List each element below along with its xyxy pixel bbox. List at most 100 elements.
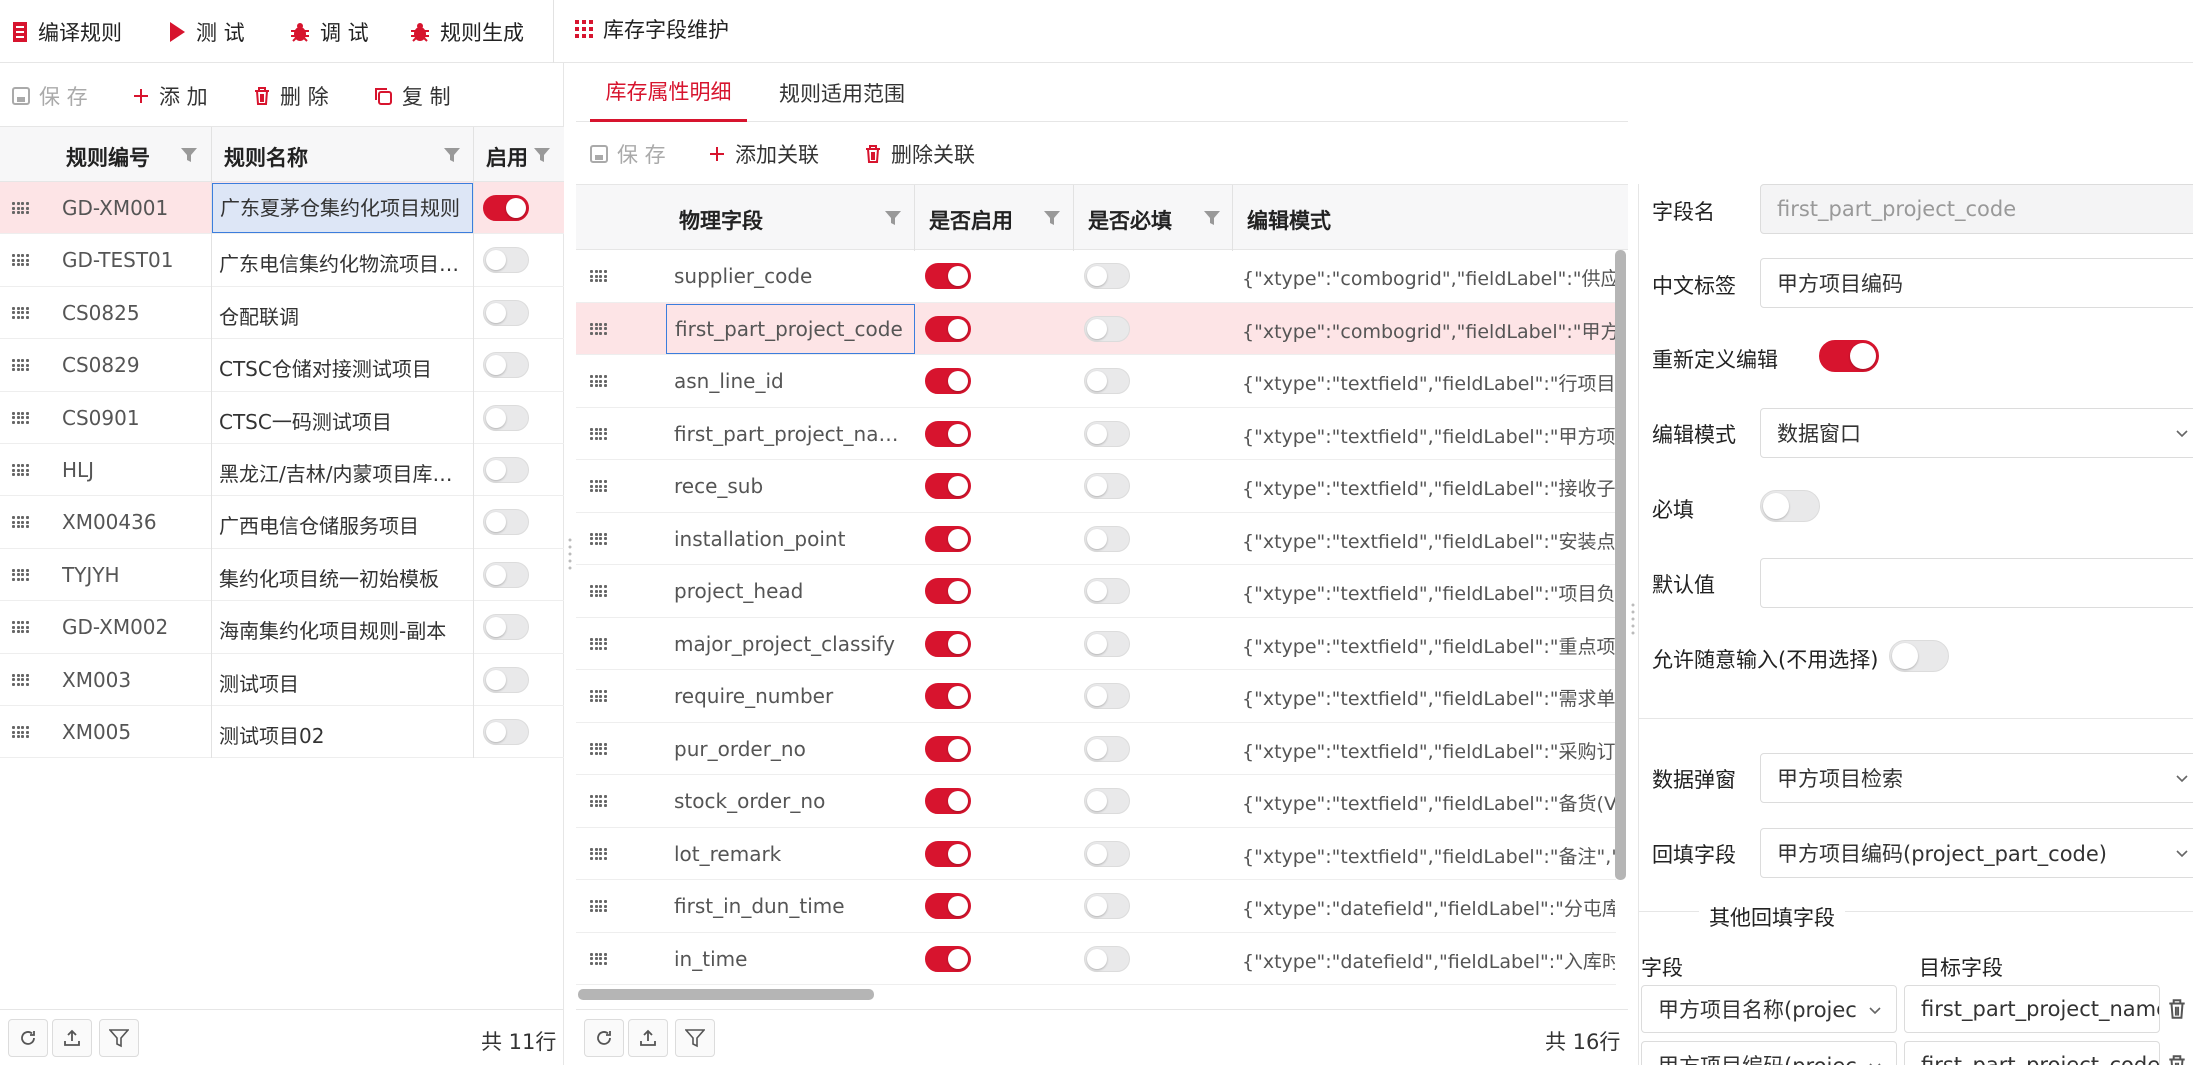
- enabled-toggle[interactable]: [925, 368, 971, 394]
- edit-mode-json[interactable]: {"xtype":"textfield","fieldLabel":"需求单号"…: [1242, 684, 1615, 711]
- stock-field-maint-button[interactable]: 库存字段维护: [575, 0, 729, 58]
- right-splitter-handle[interactable]: [1628, 595, 1638, 645]
- required-toggle[interactable]: [1084, 420, 1130, 447]
- rule-name[interactable]: 集约化项目统一初始模板: [219, 563, 467, 592]
- redefine-toggle[interactable]: [1819, 340, 1879, 372]
- rule-name[interactable]: 测试项目02: [219, 720, 467, 749]
- enabled-toggle[interactable]: [483, 614, 529, 641]
- filter-icon[interactable]: [180, 146, 198, 164]
- drag-handle-icon[interactable]: [12, 464, 29, 476]
- table-row[interactable]: GD-XM002 海南集约化项目规则-副本: [0, 601, 564, 654]
- vertical-scrollbar[interactable]: [1615, 250, 1626, 880]
- enabled-toggle[interactable]: [483, 457, 529, 483]
- rule-name[interactable]: 仓配联调: [219, 301, 467, 330]
- edit-mode-json[interactable]: {"xtype":"textfield","fieldLabel":"行项目编号: [1242, 369, 1615, 396]
- free-input-toggle[interactable]: [1889, 640, 1949, 672]
- edit-mode-select[interactable]: 数据窗口: [1760, 408, 2193, 458]
- required-toggle[interactable]: [1084, 368, 1130, 394]
- horizontal-scrollbar[interactable]: [578, 989, 874, 1000]
- required-toggle[interactable]: [1084, 683, 1130, 709]
- delete-link-button[interactable]: 删除关联: [864, 139, 975, 169]
- drag-handle-icon[interactable]: [12, 254, 29, 267]
- drag-handle-icon[interactable]: [590, 742, 607, 755]
- rule-gen-button[interactable]: 规则生成: [410, 0, 524, 63]
- physical-field[interactable]: supplier_code: [674, 264, 910, 288]
- rule-name[interactable]: CTSC一码测试项目: [219, 406, 467, 435]
- drag-handle-icon[interactable]: [12, 516, 29, 529]
- edit-mode-json[interactable]: {"xtype":"textfield","fieldLabel":"项目负责人: [1242, 579, 1615, 606]
- edit-mode-json[interactable]: {"xtype":"textfield","fieldLabel":"安装点",…: [1242, 527, 1615, 554]
- rule-name[interactable]: 广东夏茅仓集约化项目规则: [212, 183, 473, 234]
- popup-select[interactable]: 甲方项目检索: [1760, 753, 2193, 803]
- required-toggle[interactable]: [1084, 788, 1130, 814]
- table-row[interactable]: GD-TEST01 广东电信集约化物流项目规则: [0, 234, 564, 287]
- physical-field[interactable]: first_part_project_code: [666, 303, 915, 354]
- physical-field[interactable]: installation_point: [674, 527, 910, 551]
- table-row[interactable]: CS0825 仓配联调: [0, 286, 564, 340]
- enabled-toggle[interactable]: [925, 630, 971, 657]
- rule-name[interactable]: 海南集约化项目规则-副本: [219, 615, 467, 644]
- table-row[interactable]: rece_sub {"xtype":"textfield","fieldLabel…: [576, 460, 1616, 513]
- enabled-toggle[interactable]: [925, 840, 971, 867]
- drag-handle-icon[interactable]: [590, 900, 607, 912]
- other-field-select[interactable]: 甲方项目编码(projec: [1641, 1041, 1897, 1065]
- left-save-button[interactable]: 保 存: [12, 81, 88, 111]
- enabled-toggle[interactable]: [925, 735, 971, 762]
- compile-rules-button[interactable]: 编译规则: [12, 0, 122, 63]
- edit-mode-json[interactable]: {"xtype":"combogrid","fieldLabel":"甲方项目: [1242, 317, 1615, 344]
- physical-field[interactable]: project_head: [674, 579, 910, 603]
- edit-mode-json[interactable]: {"xtype":"textfield","fieldLabel":"采购订单号: [1242, 737, 1615, 764]
- physical-field[interactable]: require_number: [674, 684, 910, 708]
- drag-handle-icon[interactable]: [590, 427, 607, 440]
- rule-name[interactable]: 广西电信仓储服务项目: [219, 510, 467, 539]
- edit-mode-json[interactable]: {"xtype":"textfield","fieldLabel":"重点项目分: [1242, 632, 1615, 659]
- default-value-input[interactable]: [1760, 558, 2193, 608]
- enabled-toggle[interactable]: [925, 945, 971, 972]
- required-toggle[interactable]: [1084, 893, 1130, 919]
- enabled-toggle[interactable]: [925, 525, 971, 552]
- table-row[interactable]: GD-XM001 广东夏茅仓集约化项目规则: [0, 182, 564, 235]
- table-row[interactable]: major_project_classify {"xtype":"textfiel…: [576, 618, 1616, 670]
- left-copy-button[interactable]: 复 制: [373, 81, 451, 111]
- table-row[interactable]: asn_line_id {"xtype":"textfield","fieldLa…: [576, 355, 1616, 408]
- table-row[interactable]: stock_order_no {"xtype":"textfield","fiel…: [576, 775, 1616, 828]
- field-name-input[interactable]: first_part_project_code: [1760, 184, 2193, 234]
- refresh-button[interactable]: [8, 1019, 48, 1057]
- drag-handle-icon[interactable]: [590, 952, 607, 965]
- enabled-toggle[interactable]: [483, 561, 529, 588]
- required-toggle[interactable]: [1084, 525, 1130, 552]
- enabled-toggle[interactable]: [925, 683, 971, 709]
- drag-handle-icon[interactable]: [590, 532, 607, 545]
- table-row[interactable]: XM005 测试项目02: [0, 706, 564, 759]
- rule-name[interactable]: 测试项目: [219, 668, 467, 697]
- enabled-toggle[interactable]: [483, 404, 529, 431]
- required-toggle[interactable]: [1084, 263, 1130, 289]
- table-row[interactable]: installation_point {"xtype":"textfield","…: [576, 513, 1616, 565]
- drag-handle-icon[interactable]: [12, 568, 29, 581]
- drag-handle-icon[interactable]: [590, 322, 607, 335]
- drag-handle-icon[interactable]: [590, 795, 607, 807]
- table-row[interactable]: first_in_dun_time {"xtype":"datefield","f…: [576, 880, 1616, 933]
- rule-name[interactable]: 黑龙江/吉林/内蒙项目库存规则: [219, 458, 467, 487]
- enabled-toggle[interactable]: [925, 893, 971, 919]
- required-toggle[interactable]: [1760, 490, 1820, 522]
- cn-label-input[interactable]: 甲方项目编码: [1760, 258, 2193, 308]
- table-row[interactable]: CS0829 CTSC仓储对接测试项目: [0, 339, 564, 392]
- edit-mode-json[interactable]: {"xtype":"textfield","fieldLabel":"接收子库"…: [1242, 474, 1615, 501]
- add-link-button[interactable]: 添加关联: [708, 139, 819, 169]
- rule-name[interactable]: CTSC仓储对接测试项目: [219, 353, 467, 382]
- enabled-toggle[interactable]: [925, 788, 971, 814]
- tab-rule-scope[interactable]: 规则适用范围: [768, 63, 916, 122]
- edit-mode-json[interactable]: {"xtype":"textfield","fieldLabel":"甲方项目名: [1242, 422, 1615, 449]
- physical-field[interactable]: major_project_classify: [674, 632, 910, 656]
- table-row[interactable]: in_time {"xtype":"datefield","fieldLabel"…: [576, 933, 1616, 985]
- table-row[interactable]: project_head {"xtype":"textfield","fieldL…: [576, 565, 1616, 618]
- filter-icon[interactable]: [533, 146, 551, 164]
- filter-icon[interactable]: [443, 146, 461, 164]
- table-row[interactable]: lot_remark {"xtype":"textfield","fieldLab…: [576, 828, 1616, 880]
- tab-stock-attrs[interactable]: 库存属性明细: [590, 63, 747, 122]
- physical-field[interactable]: in_time: [674, 947, 910, 971]
- table-row[interactable]: first_part_project_code {"xtype":"combogr…: [576, 302, 1616, 355]
- drag-handle-icon[interactable]: [590, 480, 607, 492]
- drag-handle-icon[interactable]: [12, 726, 29, 738]
